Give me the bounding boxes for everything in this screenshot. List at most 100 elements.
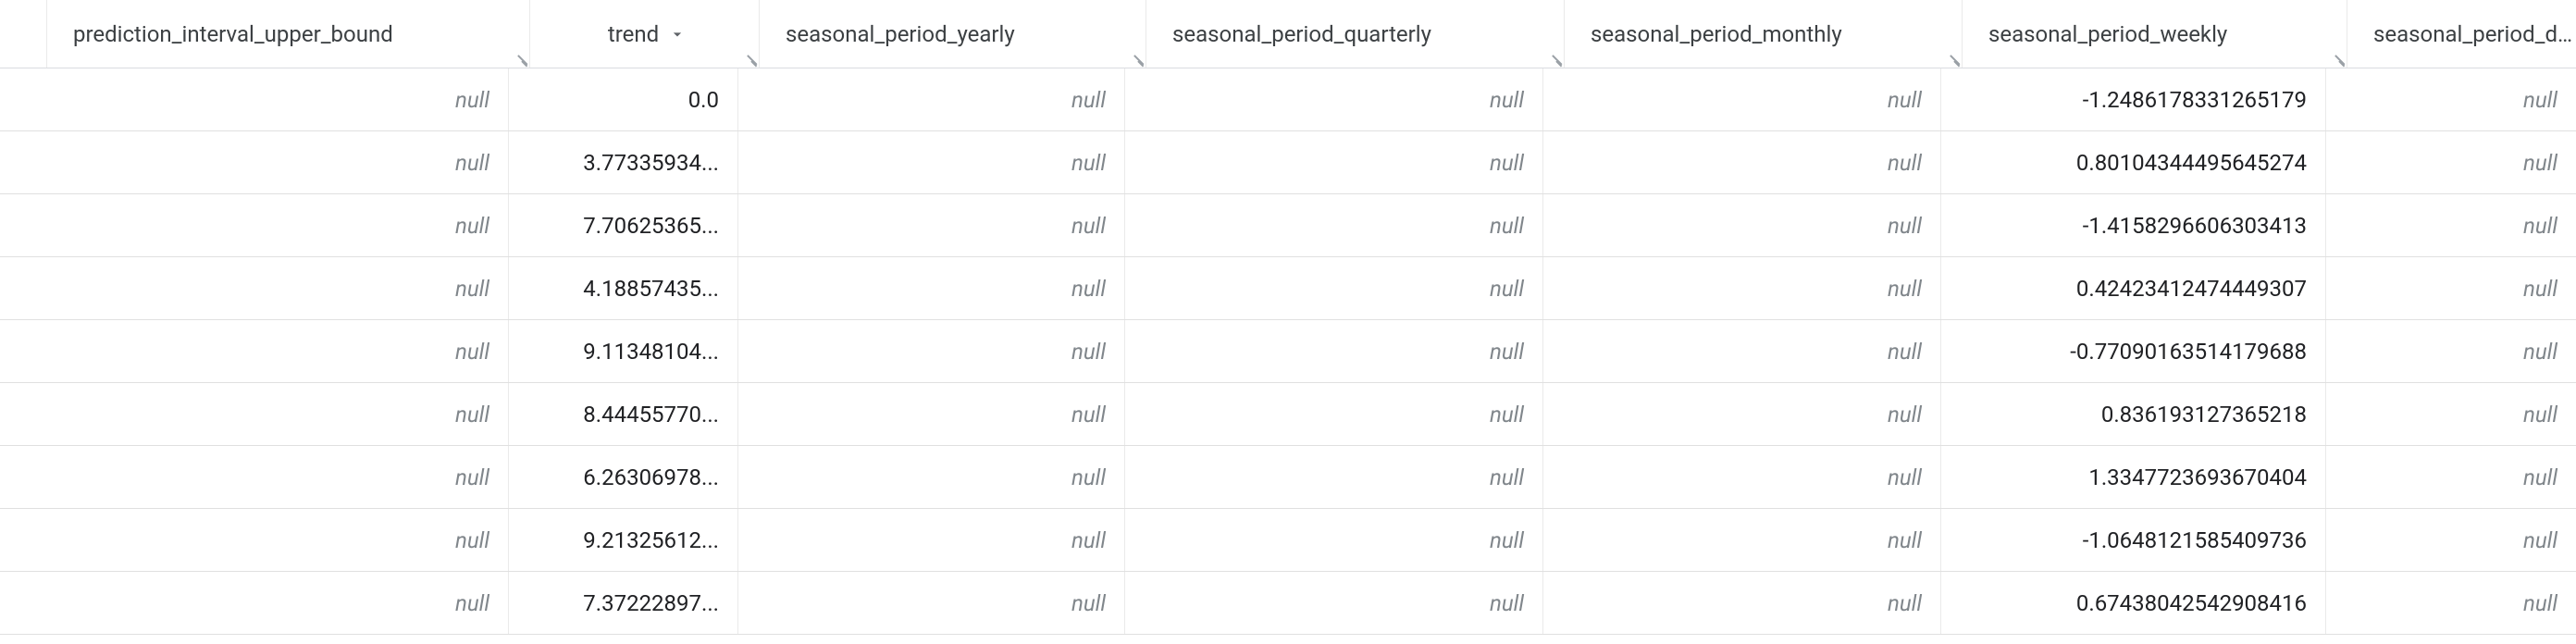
table-cell: null	[2326, 68, 2576, 130]
table-cell: null	[738, 68, 1125, 130]
cell-value: -1.4158296606303413	[2083, 213, 2307, 239]
table-cell: null	[1125, 68, 1543, 130]
column-resize-handle[interactable]	[2330, 51, 2345, 66]
table-body: null0.0nullnullnull-1.2486178331265179nu…	[0, 68, 2576, 635]
table-cell: null	[2326, 257, 2576, 319]
table-cell: null	[2326, 194, 2576, 256]
table-row[interactable]: null9.11348104...nullnullnull-0.77090163…	[0, 320, 2576, 383]
table-cell: null	[1543, 383, 1941, 445]
cell-value: null	[2523, 464, 2557, 490]
column-resize-handle[interactable]	[513, 51, 527, 66]
cell-value: null	[1490, 590, 1524, 616]
cell-value: null	[455, 87, 489, 113]
table-cell: 8.44455770...	[509, 383, 738, 445]
table-cell: null	[1543, 572, 1941, 634]
table-cell: null	[1125, 572, 1543, 634]
table-cell: 3.77335934...	[509, 131, 738, 193]
table-cell: null	[1125, 509, 1543, 571]
column-header-label: trend	[608, 21, 659, 47]
cell-value: null	[455, 464, 489, 490]
column-header-label: seasonal_period_dail	[2373, 21, 2576, 47]
cell-value: null	[1071, 527, 1106, 553]
table-cell: 4.18857435...	[509, 257, 738, 319]
column-header-label: seasonal_period_weekly	[1988, 21, 2326, 47]
cell-value: null	[455, 150, 489, 176]
column-header-label: prediction_interval_upper_bound	[73, 21, 509, 47]
table-cell: -1.0648121585409736	[1941, 509, 2326, 571]
cell-value: null	[1071, 464, 1106, 490]
cell-value: 4.18857435...	[583, 276, 719, 302]
cell-value: 8.44455770...	[583, 402, 719, 427]
table-row[interactable]: null7.70625365...nullnullnull-1.41582966…	[0, 194, 2576, 257]
cell-value: null	[1888, 402, 1922, 427]
cell-value: null	[455, 213, 489, 239]
table-cell: null	[738, 572, 1125, 634]
table-cell: null	[2326, 572, 2576, 634]
table-cell: null	[738, 509, 1125, 571]
table-cell: null	[738, 257, 1125, 319]
column-header-seasonal-period-monthly[interactable]: seasonal_period_monthly	[1565, 0, 1963, 68]
cell-value: 0.42423412474449307	[2076, 276, 2307, 302]
table-row[interactable]: null0.0nullnullnull-1.2486178331265179nu…	[0, 68, 2576, 131]
table-cell: null	[1125, 131, 1543, 193]
cell-value: null	[455, 339, 489, 365]
table-cell	[0, 194, 26, 256]
cell-value: 9.21325612...	[583, 527, 719, 553]
table-row[interactable]: null 4.18857435... null null null 0.424234124…	[0, 257, 2576, 320]
cell-value: null	[2523, 276, 2557, 302]
table-cell: null	[1125, 446, 1543, 508]
column-resize-handle[interactable]	[1547, 51, 1562, 66]
table-row[interactable]: null3.77335934...nullnullnull0.801043444…	[0, 131, 2576, 194]
column-header-seasonal-period-daily[interactable]: seasonal_period_dail	[2347, 0, 2576, 68]
table-cell: 0.836193127365218	[1941, 383, 2326, 445]
cell-value: null	[2523, 590, 2557, 616]
column-header-seasonal-period-quarterly[interactable]: seasonal_period_quarterly	[1146, 0, 1565, 68]
cell-value: null	[1888, 276, 1922, 302]
table-row[interactable]: null6.26306978...nullnullnull1.334772369…	[0, 446, 2576, 509]
table-cell: 0.0	[509, 68, 738, 130]
column-header-leading[interactable]: .	[0, 0, 47, 68]
cell-value: null	[1888, 213, 1922, 239]
table-cell: null	[2326, 383, 2576, 445]
column-header-label: seasonal_period_quarterly	[1172, 21, 1543, 47]
table-row[interactable]: null8.44455770...nullnullnull0.836193127…	[0, 383, 2576, 446]
column-header-seasonal-period-weekly[interactable]: seasonal_period_weekly	[1963, 0, 2347, 68]
table-cell: null	[1543, 446, 1941, 508]
column-resize-handle[interactable]	[742, 51, 757, 66]
table-row[interactable]: null7.37222897...nullnullnull0.674380425…	[0, 572, 2576, 635]
cell-value: null	[1888, 150, 1922, 176]
table-cell: 0.80104344495645274	[1941, 131, 2326, 193]
column-header-label: seasonal_period_yearly	[786, 21, 1125, 47]
cell-value: 7.37222897...	[583, 590, 719, 616]
cell-value: null	[1071, 276, 1106, 302]
cell-value: null	[2523, 339, 2557, 365]
column-resize-handle[interactable]	[1129, 51, 1144, 66]
cell-value: 1.3347723693670404	[2088, 464, 2307, 490]
table-cell: null	[1543, 320, 1941, 382]
cell-value: null	[1490, 213, 1524, 239]
table-cell: 0.67438042542908416	[1941, 572, 2326, 634]
cell-value: 0.0	[688, 87, 719, 113]
cell-value: null	[1071, 339, 1106, 365]
cell-value: 9.11348104...	[583, 339, 719, 365]
cell-value: null	[1490, 150, 1524, 176]
cell-value: -1.2486178331265179	[2083, 87, 2307, 113]
table-cell: 6.26306978...	[509, 446, 738, 508]
column-header-seasonal-period-yearly[interactable]: seasonal_period_yearly	[760, 0, 1146, 68]
table-cell: null	[738, 131, 1125, 193]
table-cell: null	[26, 572, 509, 634]
table-row[interactable]: null9.21325612...nullnullnull-1.06481215…	[0, 509, 2576, 572]
cell-value: null	[1490, 276, 1524, 302]
sort-descending-icon[interactable]	[668, 25, 687, 43]
table-cell: null	[1125, 383, 1543, 445]
table-cell	[0, 257, 26, 319]
table-cell: -1.4158296606303413	[1941, 194, 2326, 256]
table-cell: 7.37222897...	[509, 572, 738, 634]
table-cell: 9.11348104...	[509, 320, 738, 382]
column-resize-handle[interactable]	[1945, 51, 1960, 66]
table-cell: null	[738, 446, 1125, 508]
table-cell: null	[1543, 194, 1941, 256]
column-header-trend[interactable]: trend	[530, 0, 760, 68]
column-header-prediction-interval-upper-bound[interactable]: prediction_interval_upper_bound	[47, 0, 530, 68]
cell-value: null	[2523, 87, 2557, 113]
